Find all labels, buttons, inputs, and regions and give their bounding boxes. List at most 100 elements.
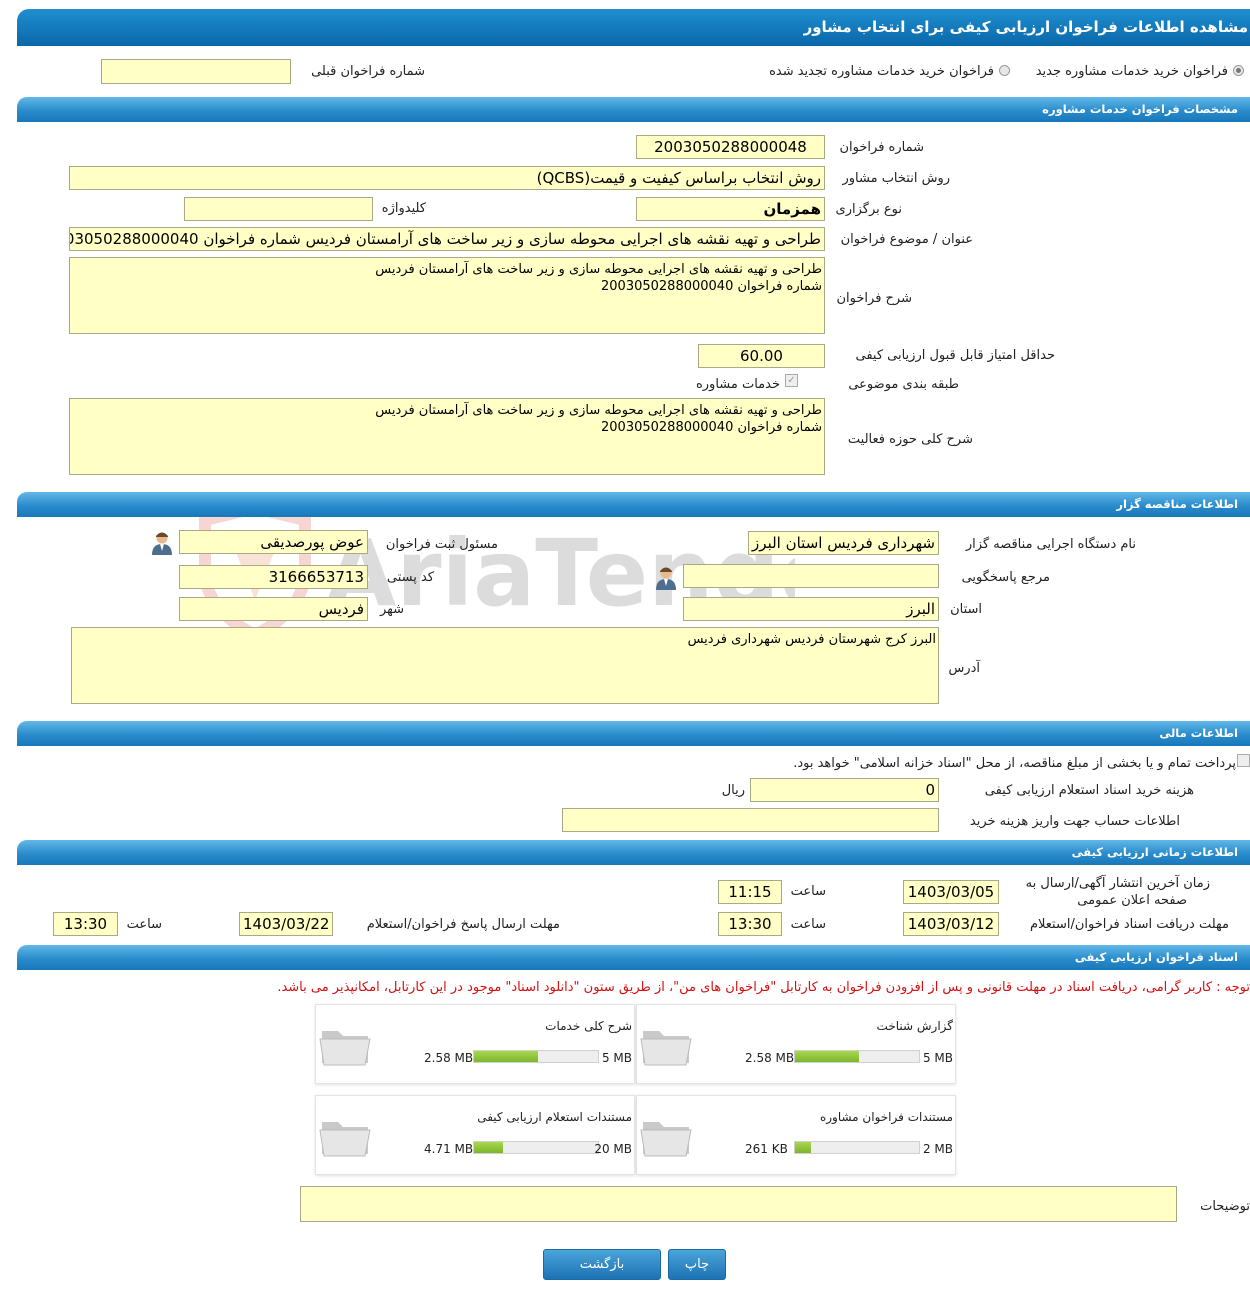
doc-total-size: 2 MB <box>922 1142 953 1156</box>
registrar-label: مسئول ثبت فراخوان <box>385 537 498 552</box>
account-label: اطلاعات حساب جهت واریز هزینه خرید <box>969 814 1180 829</box>
registrar-user-icon[interactable] <box>151 531 173 555</box>
section-consult-title: مشخصات فراخوان خدمات مشاوره <box>1042 102 1238 116</box>
doc-card[interactable]: شرح کلی خدمات 5 MB 2.58 MB <box>315 1004 635 1084</box>
account-field[interactable] <box>562 808 939 832</box>
section-docs-header: اسناد فراخوان ارزیابی کیفی <box>17 945 1250 970</box>
reference-field[interactable] <box>683 564 939 588</box>
doc-usage-fill <box>474 1051 538 1062</box>
description-field[interactable]: طراحی و تهیه نقشه های اجرایی محوطه سازی … <box>69 257 825 334</box>
doc-usage-bar <box>473 1050 599 1063</box>
doc-used-size: 2.58 MB <box>424 1051 474 1065</box>
org-field[interactable]: شهرداری فردیس استان البرز <box>748 531 939 555</box>
reply-label: مهلت ارسال پاسخ فراخوان/استعلام <box>366 917 560 932</box>
receive-label: مهلت دریافت اسناد فراخوان/استعلام <box>1029 917 1229 932</box>
min-score-label: حداقل امتیاز قابل قبول ارزیابی کیفی <box>855 348 1055 363</box>
reply-date-field[interactable]: 1403/03/22 <box>239 912 333 936</box>
subject-field[interactable]: طراحی و تهیه نقشه های اجرایی محوطه سازی … <box>69 227 825 251</box>
publish-date-field[interactable]: 1403/03/05 <box>903 880 999 904</box>
doc-used-size: 2.58 MB <box>745 1051 795 1065</box>
section-finance-header: اطلاعات مالی <box>17 721 1250 746</box>
org-label: نام دستگاه اجرایی مناقصه گزار <box>965 537 1136 552</box>
address-field[interactable]: البرز کرج شهرستان فردیس شهرداری فردیس <box>71 627 939 704</box>
publish-time-field[interactable]: 11:15 <box>718 880 782 904</box>
doc-title: مستندات فراخوان مشاوره <box>819 1110 953 1124</box>
activity-field[interactable]: طراحی و تهیه نقشه های اجرایی محوطه سازی … <box>69 398 825 475</box>
keyword-field[interactable] <box>184 197 373 221</box>
section-finance-title: اطلاعات مالی <box>1159 726 1238 740</box>
folder-icon <box>640 1122 692 1157</box>
doc-usage-bar <box>473 1141 599 1154</box>
method-label: روش انتخاب مشاور <box>842 171 950 186</box>
description-label: شرح فراخوان <box>836 291 913 306</box>
address-label: آدرس <box>948 661 980 676</box>
doc-used-size: 261 KB <box>745 1142 788 1156</box>
treasury-checkbox[interactable] <box>1237 754 1250 767</box>
doc-total-size: 5 MB <box>922 1051 953 1065</box>
category-value: خدمات مشاوره <box>695 377 780 392</box>
publish-label-line2: صفحه اعلان عمومی <box>1077 893 1187 908</box>
publish-time-label: ساعت <box>790 884 826 899</box>
radio-renewed-call-label: فراخوان خرید خدمات مشاوره تجدید شده <box>769 64 994 79</box>
doc-usage-bar <box>794 1050 920 1063</box>
call-number-field[interactable]: 2003050288000048 <box>636 135 825 159</box>
doc-title: مستندات استعلام ارزیابی کیفی <box>477 1110 632 1124</box>
section-timing-title: اطلاعات زمانی ارزیابی کیفی <box>1071 845 1238 859</box>
doc-cost-label: هزینه خرید اسناد استعلام ارزیابی کیفی <box>984 783 1194 798</box>
city-label: شهر <box>379 602 404 617</box>
postal-field[interactable]: 3166653713 <box>179 565 368 589</box>
call-number-label: شماره فراخوان <box>839 140 925 155</box>
print-button[interactable]: چاپ <box>668 1249 726 1280</box>
section-consult-header: مشخصات فراخوان خدمات مشاوره <box>17 97 1250 122</box>
registrar-field[interactable]: عوض پورصدیقی <box>179 530 368 554</box>
download-notice: توجه : کاربر گرامی، دریافت اسناد در مهلت… <box>277 980 1250 995</box>
folder-icon <box>640 1031 692 1066</box>
receive-time-field[interactable]: 13:30 <box>718 912 782 936</box>
category-checkbox[interactable]: ✓ <box>785 374 798 387</box>
subject-label: عنوان / موضوع فراخوان <box>840 232 973 247</box>
notes-field[interactable] <box>300 1186 1177 1222</box>
notes-label: توضیحات <box>1200 1199 1250 1214</box>
currency-label: ریال <box>721 783 745 798</box>
page-title: مشاهده اطلاعات فراخوان ارزیابی کیفی برای… <box>803 18 1248 36</box>
doc-used-size: 4.71 MB <box>424 1142 474 1156</box>
doc-title: گزارش شناخت <box>876 1019 953 1033</box>
holding-type-field[interactable]: همزمان <box>636 197 825 221</box>
min-score-field[interactable]: 60.00 <box>698 344 825 368</box>
method-field[interactable]: روش انتخاب براساس کیفیت و قیمت(QCBS) <box>69 166 825 190</box>
doc-total-size: 5 MB <box>601 1051 632 1065</box>
section-docs-title: اسناد فراخوان ارزیابی کیفی <box>1074 950 1238 964</box>
radio-new-call[interactable] <box>1233 65 1244 76</box>
section-timing-header: اطلاعات زمانی ارزیابی کیفی <box>17 840 1250 865</box>
folder-icon <box>319 1122 371 1157</box>
previous-call-field[interactable] <box>101 59 291 84</box>
receive-date-field[interactable]: 1403/03/12 <box>903 912 999 936</box>
province-label: استان <box>950 602 982 617</box>
doc-usage-fill <box>795 1142 812 1153</box>
doc-cost-field[interactable]: 0 <box>750 778 939 802</box>
publish-label-line1: زمان آخرین انتشار آگهی/ارسال به <box>1025 876 1210 891</box>
doc-usage-fill <box>474 1142 504 1153</box>
postal-label: کد پستی <box>386 570 434 585</box>
doc-card[interactable]: مستندات استعلام ارزیابی کیفی 20 MB 4.71 … <box>315 1095 635 1175</box>
section-tender-header: اطلاعات مناقصه گزار <box>17 492 1250 517</box>
previous-call-label: شماره فراخوان قبلی <box>311 64 425 79</box>
doc-card[interactable]: گزارش شناخت 5 MB 2.58 MB <box>636 1004 956 1084</box>
category-label: طبقه بندی موضوعی <box>848 377 959 392</box>
reply-time-field[interactable]: 13:30 <box>53 912 118 936</box>
radio-new-call-label: فراخوان خرید خدمات مشاوره جدید <box>1035 64 1228 79</box>
back-button[interactable]: بازگشت <box>543 1249 661 1280</box>
radio-renewed-call[interactable] <box>999 65 1010 76</box>
activity-label: شرح کلی حوزه فعالیت <box>847 432 973 447</box>
doc-usage-fill <box>795 1051 859 1062</box>
province-field[interactable]: البرز <box>683 597 939 621</box>
doc-title: شرح کلی خدمات <box>545 1019 632 1033</box>
doc-total-size: 20 MB <box>594 1142 632 1156</box>
keyword-label: کلیدواژه <box>381 201 426 216</box>
holding-type-label: نوع برگزاری <box>835 202 902 217</box>
reference-label: مرجع پاسخگویی <box>961 570 1050 585</box>
doc-card[interactable]: مستندات فراخوان مشاوره 2 MB 261 KB <box>636 1095 956 1175</box>
folder-icon <box>319 1031 371 1066</box>
reference-user-icon[interactable] <box>655 566 677 590</box>
city-field[interactable]: فردیس <box>179 597 368 621</box>
